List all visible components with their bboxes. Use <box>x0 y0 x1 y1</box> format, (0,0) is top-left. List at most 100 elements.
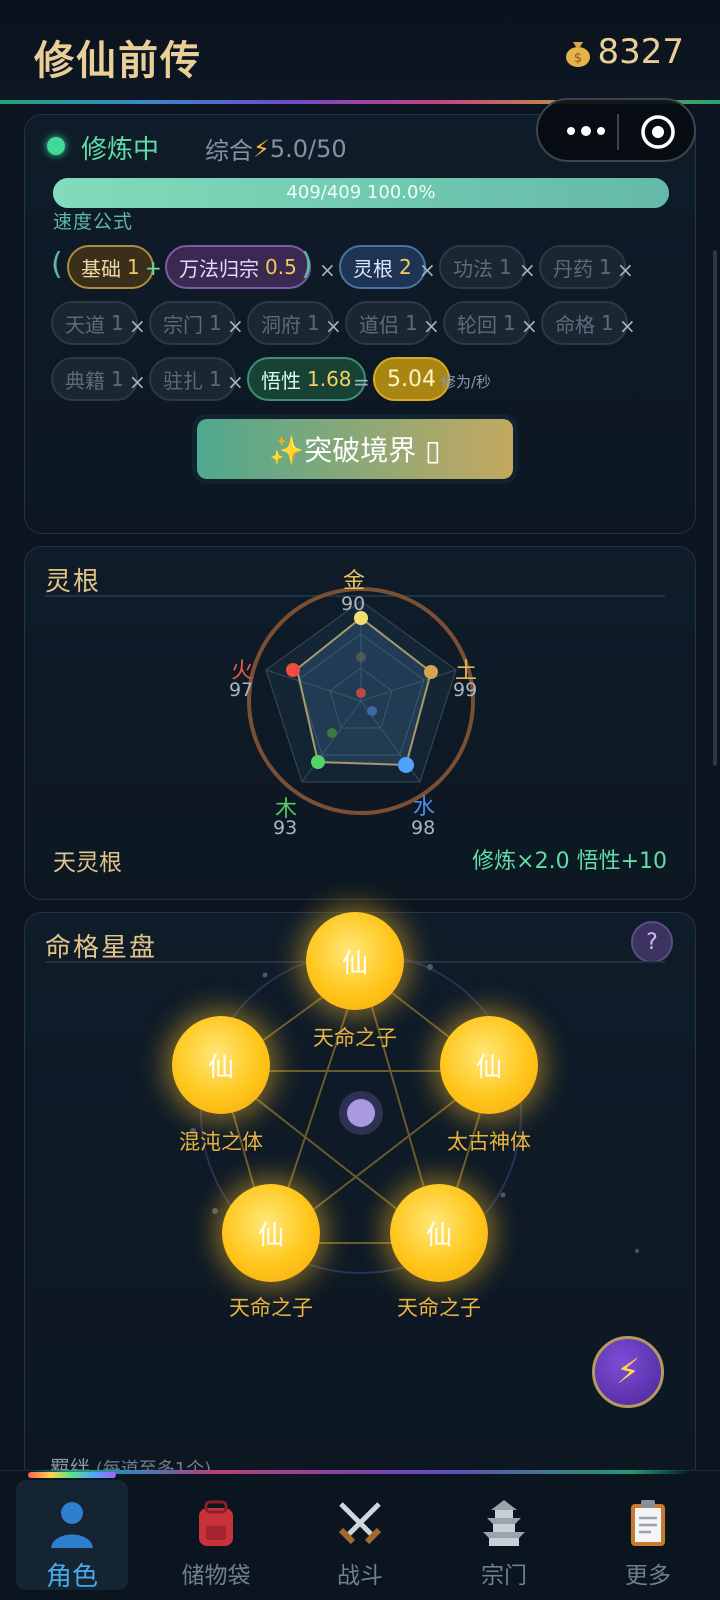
chip-label: 命格 <box>555 312 595 337</box>
chip-value: 1 <box>209 367 222 391</box>
tab-label: 角色 <box>45 1562 98 1592</box>
lightning-icon: ⚡ <box>616 1352 640 1392</box>
chip-dianji[interactable]: 典籍 1 <box>51 357 138 401</box>
fate-star-bottom-right[interactable]: 仙 <box>390 1184 488 1282</box>
spirit-root-card: 灵根 金 90 土 99 水 98 木 93 火 97 天灵根 修炼×2.0 悟… <box>24 546 696 900</box>
op-times: × <box>129 314 146 338</box>
tab-character[interactable]: 角色 <box>16 1480 128 1592</box>
scrollbar[interactable] <box>713 250 717 766</box>
tab-battle[interactable]: 战斗 <box>304 1480 416 1590</box>
element-metal-value: 90 <box>341 593 366 615</box>
svg-text:$: $ <box>574 51 582 66</box>
money-bag-icon: $ <box>566 42 591 67</box>
coin-balance: $ 8327 <box>563 32 684 72</box>
element-metal-label: 金 <box>343 569 366 594</box>
chip-label: 天道 <box>65 312 105 337</box>
chip-value: 0.5 <box>265 255 297 279</box>
lightning-icon: ⚡ <box>253 134 270 163</box>
tab-sect[interactable]: 宗门 <box>448 1480 560 1590</box>
element-fire-value: 97 <box>229 679 254 701</box>
chip-mingge[interactable]: 命格 1 <box>541 301 628 345</box>
close-target-icon[interactable] <box>638 112 678 152</box>
chip-zongmen[interactable]: 宗门 1 <box>149 301 236 345</box>
wood-node <box>311 755 325 769</box>
op-times: × <box>521 314 538 338</box>
fate-star-top[interactable]: 仙 <box>306 912 404 1010</box>
spirit-root-grade: 天灵根 <box>53 850 122 876</box>
chip-label: 轮回 <box>457 312 497 337</box>
overall-label: 综合 <box>205 137 253 165</box>
backpack-icon <box>199 1500 233 1546</box>
crossed-swords-icon <box>338 1502 382 1545</box>
chip-dongfu[interactable]: 洞府 1 <box>247 301 334 345</box>
cultivation-card: 修炼中 综合 ⚡ 5.0/50 409/409 100.0% 速度公式 ( 基础… <box>24 114 696 534</box>
op-equals: = <box>353 370 370 394</box>
earth-node <box>424 665 438 679</box>
chip-label: 灵根 <box>353 256 393 281</box>
op-times: × <box>619 314 636 338</box>
chip-tiandao[interactable]: 天道 1 <box>51 301 138 345</box>
overall-value: 5.0/50 <box>269 134 347 163</box>
coin-value: 8327 <box>597 32 684 72</box>
chip-value: 1 <box>111 311 124 335</box>
capsule-divider <box>617 114 619 150</box>
speed-unit: 修为/秒 <box>441 373 492 391</box>
spirit-root-bonus: 修炼×2.0 悟性+10 <box>472 849 667 874</box>
fate-star-label: 天命之子 <box>313 1026 397 1050</box>
op-times: × <box>227 314 244 338</box>
chip-danyao[interactable]: 丹药 1 <box>539 245 626 289</box>
chip-label: 丹药 <box>553 256 593 281</box>
tab-label: 储物袋 <box>181 1563 251 1589</box>
chip-wuxing[interactable]: 悟性 1.68 <box>247 357 366 401</box>
chip-daolv[interactable]: 道侣 1 <box>345 301 432 345</box>
op-times: × <box>617 258 634 282</box>
op-times: × <box>423 314 440 338</box>
chip-label: 悟性 <box>261 368 301 393</box>
chip-value: 1 <box>127 255 140 279</box>
fire-node <box>286 663 300 677</box>
chip-label: 宗门 <box>163 312 203 337</box>
miniprogram-capsule <box>536 98 696 162</box>
fate-star-label: 混沌之体 <box>179 1130 263 1154</box>
chip-label: 驻扎 <box>163 368 203 393</box>
chip-value: 1 <box>111 367 124 391</box>
op-times: × <box>129 370 146 394</box>
fate-star-right[interactable]: 仙 <box>440 1016 538 1114</box>
chip-value: 1.68 <box>307 367 352 391</box>
quick-action-button[interactable]: ⚡ <box>592 1336 664 1408</box>
element-water-value: 98 <box>411 817 436 839</box>
chip-label: 功法 <box>453 256 493 281</box>
fate-star-bottom-left[interactable]: 仙 <box>222 1184 320 1282</box>
formula-rparen: ) <box>301 247 313 282</box>
chip-wanfa[interactable]: 万法归宗 0.5 <box>165 245 311 289</box>
chip-zhuzha[interactable]: 驻扎 1 <box>149 357 236 401</box>
chip-value: 1 <box>601 311 614 335</box>
formula-lparen: ( <box>51 247 63 282</box>
chip-lunhui[interactable]: 轮回 1 <box>443 301 530 345</box>
breakthrough-button[interactable]: ✨突破境界 ▯ <box>197 419 513 479</box>
chip-value: 1 <box>599 255 612 279</box>
cultivation-status: 修炼中 <box>81 135 160 165</box>
active-tab-indicator <box>28 1472 116 1478</box>
chip-value: 1 <box>307 311 320 335</box>
chip-base[interactable]: 基础 1 <box>67 245 154 289</box>
op-plus: + <box>145 256 162 280</box>
fate-star-left[interactable]: 仙 <box>172 1016 270 1114</box>
op-times: × <box>419 258 436 282</box>
chip-linggen[interactable]: 灵根 2 <box>339 245 426 289</box>
tab-label: 更多 <box>625 1563 671 1589</box>
person-icon <box>51 1502 93 1548</box>
pagoda-icon <box>483 1500 525 1546</box>
fate-star-label: 太古神体 <box>447 1130 531 1154</box>
tab-storage[interactable]: 储物袋 <box>160 1480 272 1590</box>
tab-more[interactable]: 更多 <box>592 1480 704 1590</box>
op-times: × <box>227 370 244 394</box>
chip-value: 1 <box>405 311 418 335</box>
chip-gongfa[interactable]: 功法 1 <box>439 245 526 289</box>
op-times: × <box>325 314 342 338</box>
chip-value: 1 <box>503 311 516 335</box>
chip-value: 2 <box>399 255 412 279</box>
speed-result: 5.04 <box>373 357 450 401</box>
more-menu-button[interactable] <box>558 114 614 148</box>
fate-star-label: 天命之子 <box>229 1296 313 1320</box>
